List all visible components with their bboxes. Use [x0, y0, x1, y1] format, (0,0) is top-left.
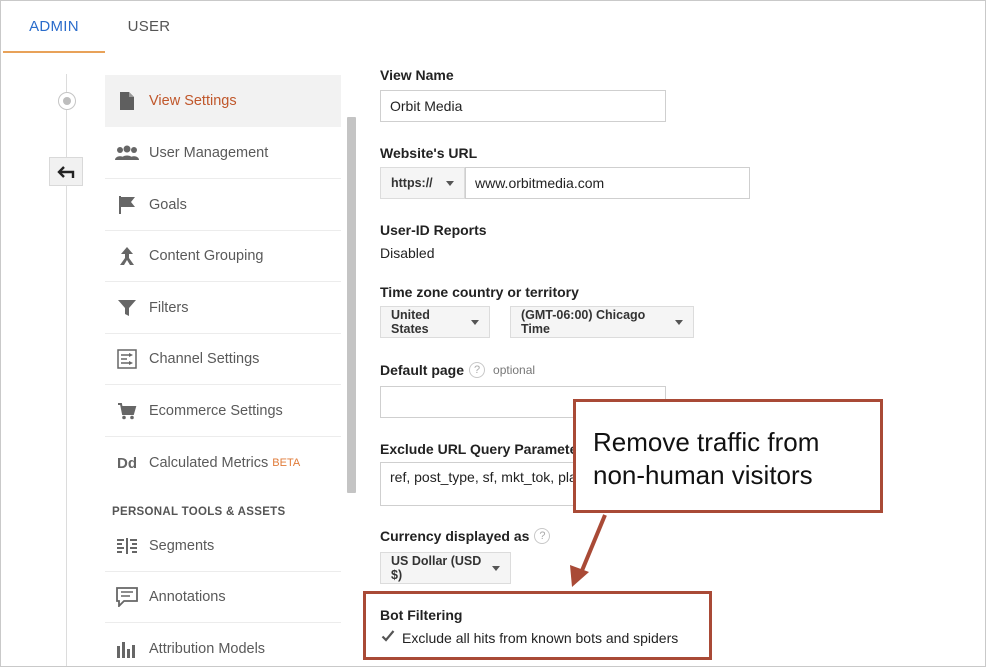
timezone-label: Time zone country or territory [380, 284, 579, 300]
chevron-down-icon [675, 319, 683, 325]
section-heading-personal-tools: PERSONAL TOOLS & ASSETS [112, 506, 286, 518]
filter-icon [105, 298, 149, 318]
callout-box: Remove traffic from non-human visitors [573, 399, 883, 513]
flag-icon [105, 195, 149, 215]
help-icon[interactable]: ? [534, 528, 551, 544]
nav-scrollbar[interactable] [347, 117, 356, 493]
chevron-down-icon [492, 565, 500, 571]
nav-label: Attribution Models [149, 641, 266, 657]
nav-label: View Settings [149, 92, 237, 109]
view-name-label: View Name [380, 67, 454, 83]
people-icon [105, 145, 149, 161]
callout-line-1: Remove traffic from [593, 427, 820, 457]
nav-item-content-grouping[interactable]: Content Grouping [105, 230, 341, 282]
grouping-icon [105, 246, 149, 266]
currency-label-row: Currency displayed as ? [380, 528, 551, 544]
annotation-icon [105, 586, 149, 607]
bar-chart-icon [105, 640, 149, 658]
dd-icon-text: Dd [117, 454, 137, 472]
nav-label: Channel Settings [149, 350, 260, 367]
dd-icon: Dd [105, 455, 149, 472]
nav-item-user-management[interactable]: User Management [105, 127, 341, 179]
nav-label: Content Grouping [149, 247, 264, 264]
website-url-input[interactable] [465, 167, 750, 199]
default-page-label: Default page [380, 362, 465, 378]
bot-filtering-highlight-box [363, 591, 712, 660]
nav-item-channel-settings[interactable]: Channel Settings [105, 333, 341, 385]
nav-label: Segments [149, 537, 215, 554]
exclude-params-label: Exclude URL Query Parameters [380, 441, 575, 457]
nav-item-ecommerce-settings[interactable]: Ecommerce Settings [105, 385, 341, 437]
view-name-input[interactable] [380, 90, 666, 122]
protocol-dropdown[interactable]: https:// [380, 167, 465, 199]
currency-label: Currency displayed as [380, 528, 530, 544]
nav-item-filters[interactable]: Filters [105, 282, 341, 334]
chevron-down-icon [471, 319, 479, 325]
nav-label: Filters [149, 299, 189, 316]
nav-label: Calculated Metrics [149, 455, 269, 471]
nav-item-calculated-metrics[interactable]: Dd Calculated Metrics BETA [105, 437, 341, 489]
back-button[interactable] [49, 157, 83, 186]
nav-item-annotations[interactable]: Annotations [105, 571, 341, 623]
currency-value: US Dollar (USD $) [391, 554, 482, 582]
nav-item-segments[interactable]: Segments [105, 520, 341, 572]
website-url-label: Website's URL [380, 145, 478, 161]
beta-badge: BETA [272, 457, 301, 469]
exclude-params-input[interactable]: ref, post_type, sf, mkt_tok, pla [380, 462, 575, 506]
callout-line-2: non-human visitors [593, 460, 813, 490]
nav-label: User Management [149, 144, 269, 161]
tab-admin[interactable]: ADMIN [3, 1, 105, 53]
timezone-value: (GMT-06:00) Chicago Time [521, 308, 646, 336]
cart-icon [105, 402, 149, 420]
segments-icon [105, 537, 149, 555]
admin-panel: ADMIN USER View Settings User Management… [0, 0, 986, 667]
help-icon[interactable]: ? [469, 362, 486, 378]
nav-label: Annotations [149, 588, 226, 605]
user-id-value: Disabled [380, 245, 435, 261]
user-id-label: User-ID Reports [380, 222, 487, 238]
protocol-value: https:// [391, 176, 433, 190]
tab-user[interactable]: USER [105, 1, 193, 53]
nav-item-attribution-models[interactable]: Attribution Models [105, 623, 341, 666]
document-icon [105, 91, 149, 111]
chevron-down-icon [446, 180, 454, 186]
currency-dropdown[interactable]: US Dollar (USD $) [380, 552, 511, 584]
default-page-label-row: Default page ? optional [380, 362, 535, 378]
optional-note: optional [493, 363, 536, 377]
back-arrow-icon [57, 165, 75, 178]
nav-item-view-settings[interactable]: View Settings [105, 75, 341, 127]
rail-step-indicator [58, 92, 76, 110]
nav-label: Goals [149, 196, 187, 213]
country-dropdown[interactable]: United States [380, 306, 490, 338]
nav-item-goals[interactable]: Goals [105, 179, 341, 231]
channel-settings-icon [105, 348, 149, 369]
country-value: United States [391, 308, 430, 336]
timezone-dropdown[interactable]: (GMT-06:00) Chicago Time [510, 306, 694, 338]
nav-label: Ecommerce Settings [149, 402, 283, 419]
